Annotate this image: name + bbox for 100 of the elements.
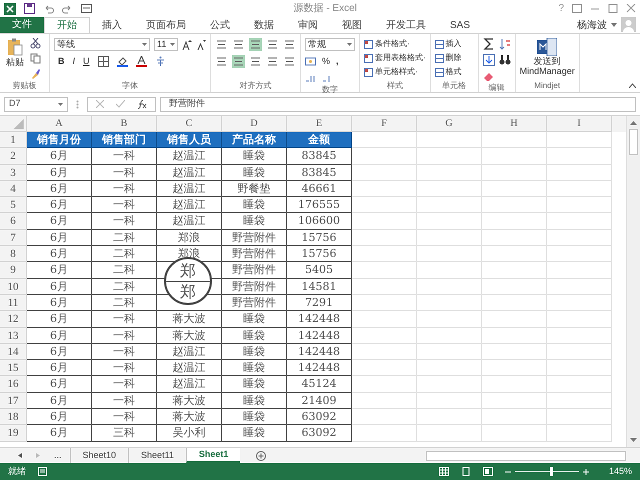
scroll-down-icon[interactable] [630, 438, 637, 443]
page-break-icon[interactable] [482, 467, 493, 476]
row-header[interactable]: 15 [0, 360, 27, 376]
redo-icon[interactable] [62, 3, 73, 14]
maximize-icon[interactable] [608, 4, 618, 13]
macro-record-icon[interactable] [38, 467, 47, 476]
row-header[interactable]: 18 [0, 409, 27, 426]
table-cell: 6月 [27, 409, 92, 426]
sum-icon[interactable] [482, 38, 495, 50]
sheet-tab[interactable]: Sheet1 [186, 448, 240, 463]
binoculars-icon[interactable] [498, 54, 511, 66]
zoom-slider-thumb[interactable] [550, 467, 553, 476]
cut-icon[interactable] [30, 38, 41, 49]
column-header[interactable]: F [352, 116, 417, 132]
column-header[interactable]: I [547, 116, 612, 132]
row-header[interactable]: 2 [0, 148, 27, 165]
fill-down-icon[interactable] [482, 54, 495, 66]
copy-icon[interactable] [30, 53, 41, 64]
ribbon-tab[interactable]: 公式 [198, 17, 242, 33]
row-header[interactable]: 16 [0, 376, 27, 393]
name-box[interactable]: D7 [4, 96, 68, 112]
cells-button[interactable]: 删除 [434, 52, 462, 64]
currency-icon[interactable] [305, 56, 316, 68]
caret-icon[interactable] [611, 23, 617, 27]
user-name[interactable]: 杨海波 [577, 18, 607, 32]
normal-view-icon[interactable] [438, 467, 449, 476]
collapse-ribbon-icon[interactable] [629, 83, 636, 88]
undo-icon[interactable] [43, 3, 54, 14]
brush-icon[interactable] [30, 68, 41, 79]
send-to-mindmanager-button[interactable]: 发送到 MindManager [520, 38, 575, 76]
scroll-thumb[interactable] [629, 129, 638, 155]
form-icon[interactable] [81, 3, 92, 14]
cells-button[interactable]: 插入 [434, 38, 462, 50]
ribbon-tab[interactable]: 审阅 [286, 17, 330, 33]
row-header[interactable]: 4 [0, 180, 27, 198]
row-header[interactable]: 3 [0, 164, 27, 181]
font-size-dropdown[interactable]: 11 [154, 38, 178, 51]
row-header[interactable]: 17 [0, 392, 27, 410]
zoom-in-icon[interactable] [582, 468, 589, 474]
new-sheet-icon[interactable] [256, 450, 266, 460]
ribbon-tab[interactable]: SAS [438, 17, 482, 33]
style-button[interactable]: 套用表格格式· [364, 52, 426, 64]
align-top-icon[interactable] [215, 38, 228, 51]
shrink-font-icon[interactable] [196, 40, 206, 50]
save-icon[interactable] [24, 3, 35, 14]
page-layout-icon[interactable] [460, 467, 471, 476]
row-header[interactable]: 1 [0, 132, 27, 148]
row-header[interactable]: 9 [0, 262, 27, 279]
ribbon-tab[interactable]: 插入 [90, 17, 134, 33]
align-bottom-icon[interactable] [249, 38, 262, 51]
italic-button[interactable]: I [72, 55, 76, 68]
align-right-icon[interactable] [249, 55, 262, 68]
file-tab[interactable]: 文件 [0, 17, 44, 33]
ribbon-tab[interactable]: 开发工具 [374, 17, 438, 33]
vertical-scrollbar[interactable] [626, 116, 640, 447]
zoom-out-icon[interactable] [504, 468, 511, 474]
cells-button[interactable]: 格式 [434, 66, 462, 78]
function-icon[interactable] [137, 100, 147, 108]
ribbon-tab[interactable]: 开始 [44, 17, 90, 33]
formula-input[interactable]: 野营附件 [160, 96, 636, 112]
row-header[interactable]: 5 [0, 197, 27, 214]
scroll-up-icon[interactable] [630, 120, 637, 125]
font-color-icon[interactable] [136, 56, 147, 68]
bold-button[interactable]: B [58, 55, 64, 68]
font-name-dropdown[interactable]: 等线 [54, 38, 150, 51]
scroll-left-icon[interactable] [18, 453, 22, 458]
row-header[interactable]: 8 [0, 246, 27, 262]
grow-font-icon[interactable] [182, 40, 192, 50]
borders-icon[interactable] [98, 56, 109, 68]
zoom-level[interactable]: 145% [608, 464, 632, 478]
ribbon-tab[interactable]: 数据 [242, 17, 286, 33]
style-button[interactable]: 条件格式· [364, 38, 426, 50]
row-header[interactable]: 10 [0, 278, 27, 295]
more-sheets-button[interactable]: ... [54, 448, 62, 462]
underline-button[interactable]: U [83, 55, 90, 68]
row-header[interactable]: 7 [0, 230, 27, 246]
row-header[interactable]: 19 [0, 425, 27, 442]
column-header[interactable]: H [482, 116, 547, 132]
ribbon-display-icon[interactable] [572, 4, 582, 13]
row-header[interactable]: 14 [0, 344, 27, 360]
row-header[interactable]: 12 [0, 311, 27, 328]
ribbon-tab[interactable]: 视图 [330, 17, 374, 33]
row-header[interactable]: 11 [0, 294, 27, 312]
row-header[interactable]: 6 [0, 213, 27, 230]
close-icon[interactable] [626, 4, 636, 13]
comma-button[interactable]: , [336, 55, 339, 68]
phonetic-icon[interactable] [154, 56, 166, 68]
horizontal-scrollbar[interactable] [426, 450, 626, 460]
style-button[interactable]: 单元格样式· [364, 66, 426, 78]
paste-button[interactable]: 粘贴 [4, 38, 26, 70]
sort-icon[interactable] [498, 38, 511, 50]
fill-color-icon[interactable] [116, 56, 128, 68]
number-format-dropdown[interactable]: 常规 [305, 38, 355, 51]
align-center-icon[interactable] [232, 55, 245, 68]
percent-button[interactable]: % [322, 55, 330, 68]
ribbon-tab[interactable]: 页面布局 [134, 17, 198, 33]
align-middle-icon[interactable] [232, 38, 245, 51]
align-left-icon[interactable] [215, 55, 228, 68]
row-header[interactable]: 13 [0, 328, 27, 344]
column-header[interactable]: G [417, 116, 482, 132]
